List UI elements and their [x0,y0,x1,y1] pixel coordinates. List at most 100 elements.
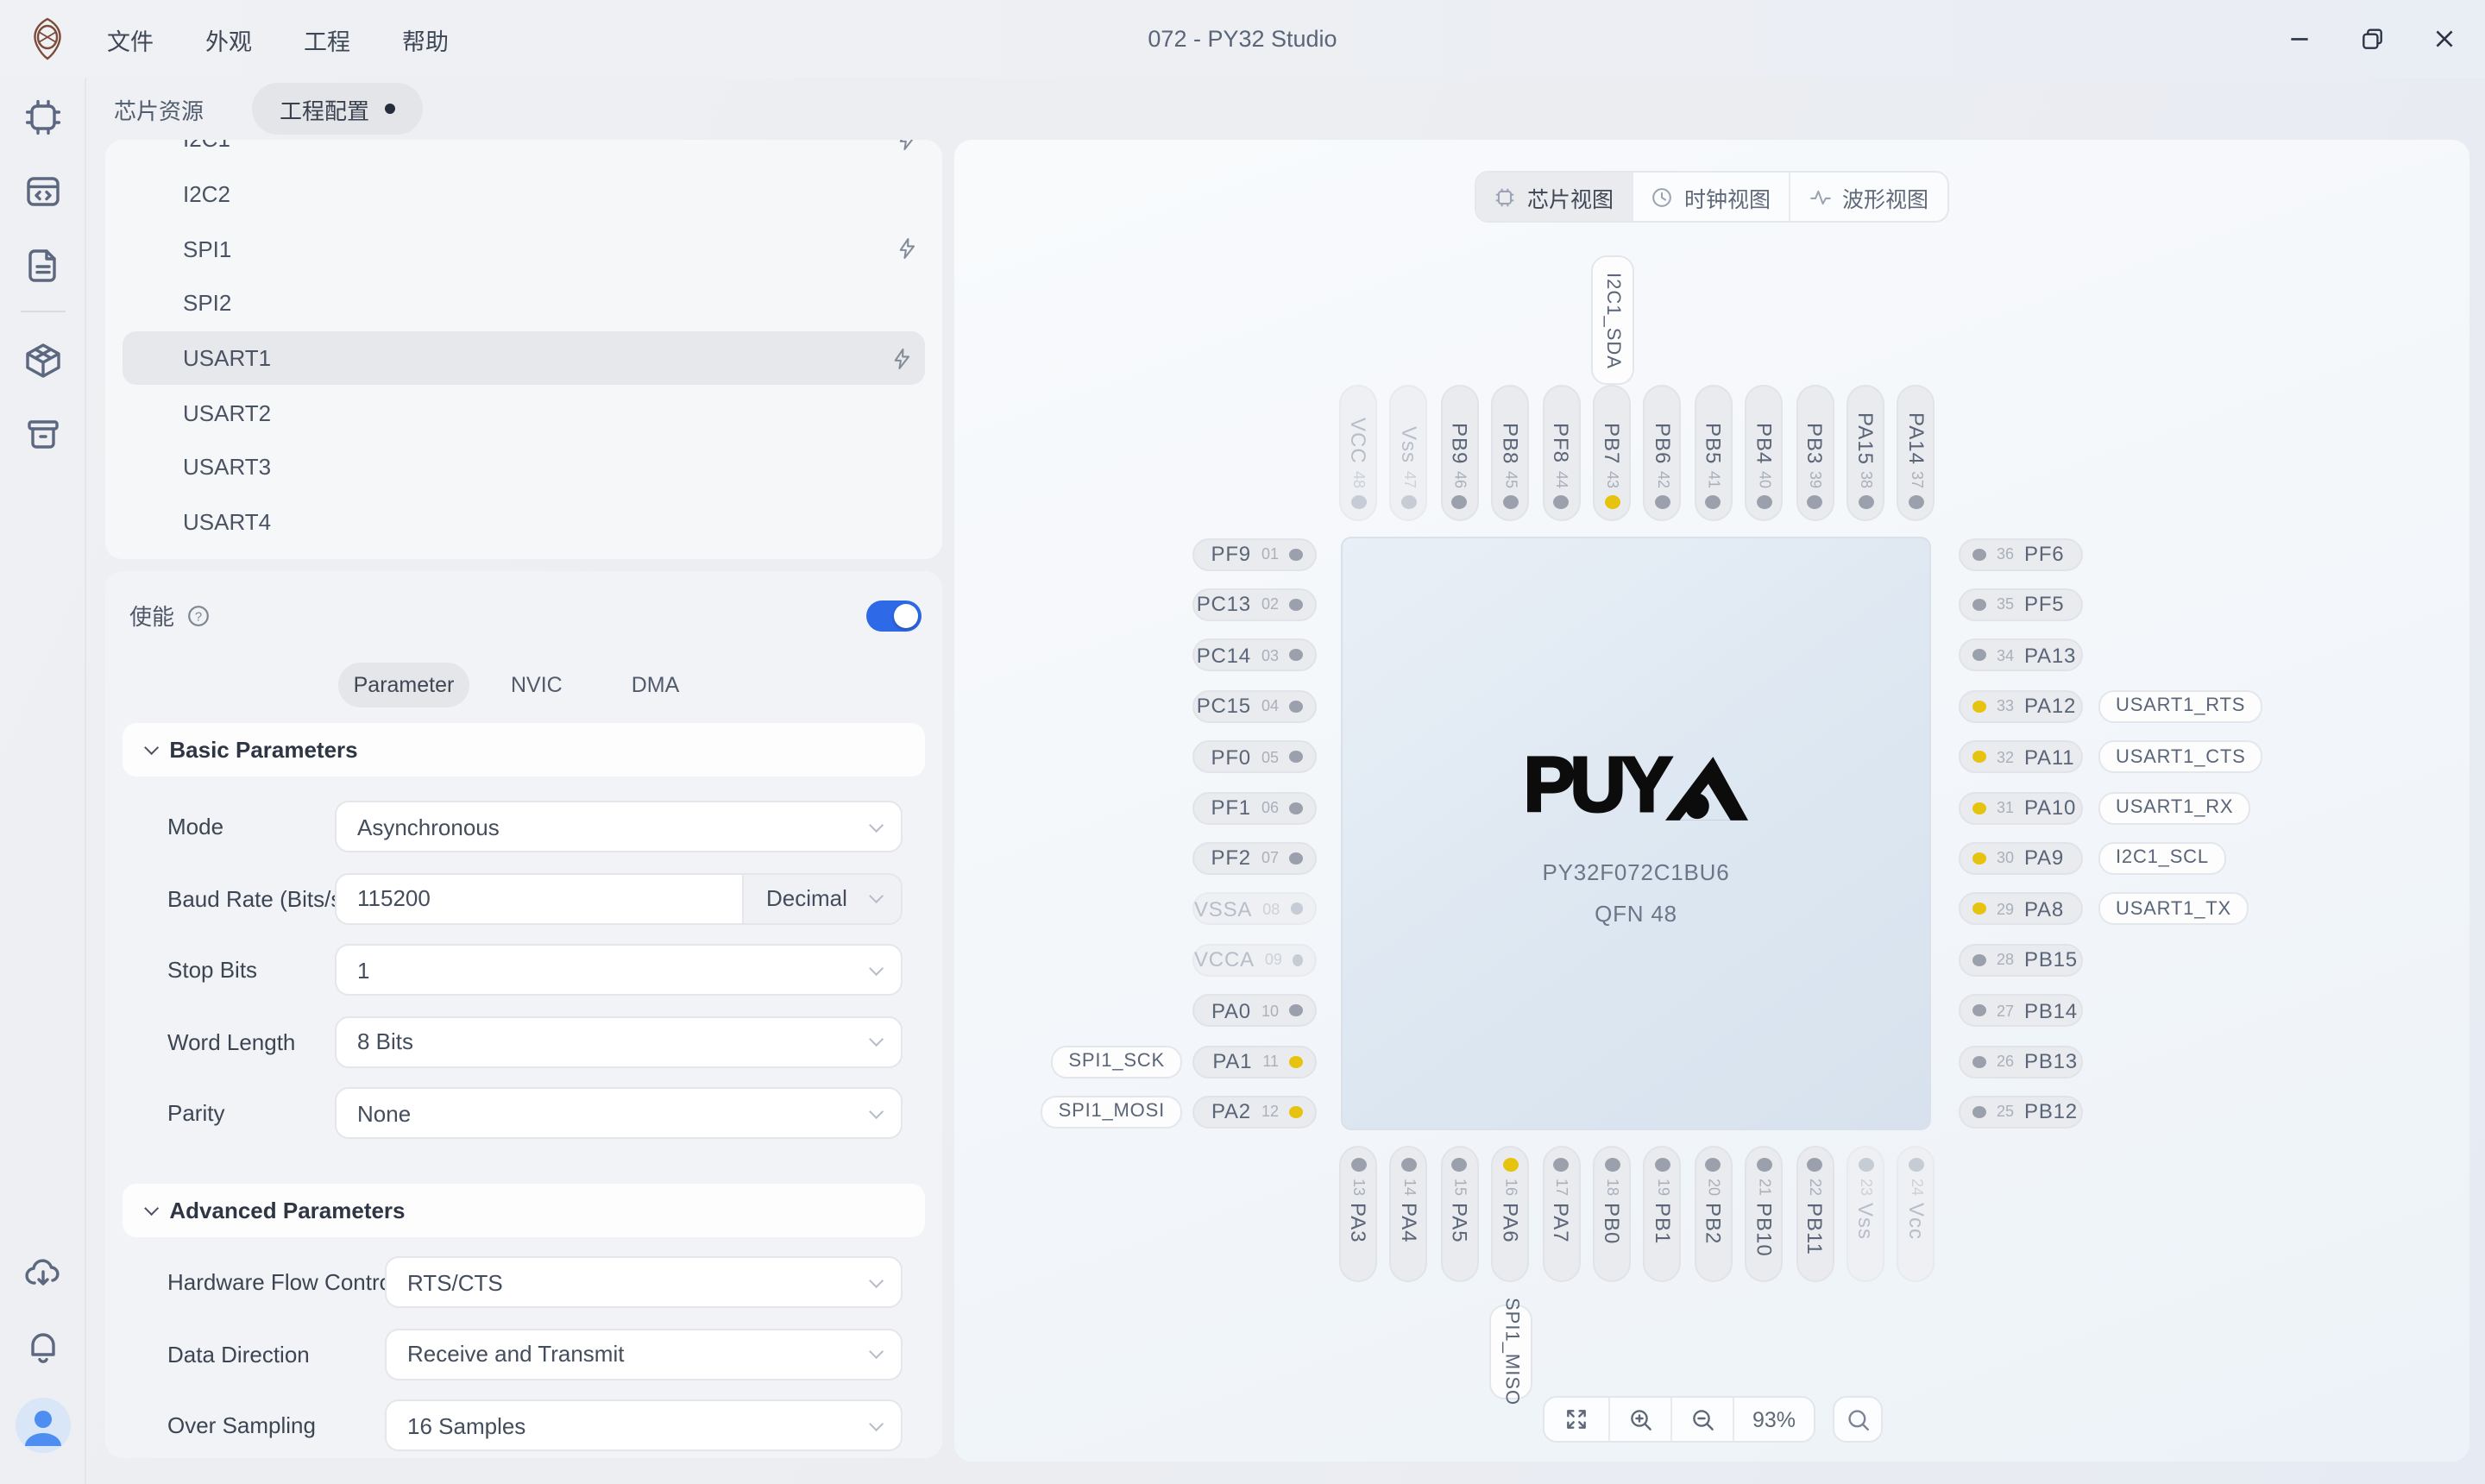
config-tab-dma[interactable]: DMA [632,673,680,697]
pin-pb1[interactable]: 19PB1 [1644,1146,1682,1282]
pin-pa8[interactable]: 29PA8 [1959,893,2083,926]
pin-state-dot [1604,1158,1620,1172]
pin-pa12[interactable]: 33PA12 [1959,689,2083,722]
menu-[interactable]: 工程 [304,22,350,56]
pin-pc14[interactable]: PC1403 [1192,639,1317,672]
zoom-in-button[interactable] [1610,1398,1672,1441]
pin-pf6[interactable]: 36PF6 [1959,538,2083,570]
minimize-button[interactable] [2274,15,2323,63]
archive-icon[interactable] [22,414,64,456]
mode-select[interactable]: Asynchronous [335,801,903,852]
list-item-spi1[interactable]: SPI1 [105,222,942,276]
view-tab-[interactable]: 芯片视图 [1476,173,1633,221]
config-tab-parameter[interactable]: Parameter [338,663,469,707]
pin-pb9[interactable]: PB946 [1441,385,1479,521]
pin-pb11[interactable]: 22PB11 [1796,1146,1834,1282]
list-item-i2c2[interactable]: I2C2 [105,167,942,221]
pin-pf5[interactable]: 35PF5 [1959,588,2083,621]
cloud-download-icon[interactable] [22,1253,64,1294]
fit-screen-button[interactable] [1544,1398,1610,1441]
code-window-icon[interactable] [22,171,64,212]
pin-pb4[interactable]: PB440 [1745,385,1783,521]
pin-pa13[interactable]: 34PA13 [1959,639,2083,672]
data-direction-select[interactable]: Receive and Transmit [385,1328,903,1380]
pin-pb5[interactable]: PB541 [1695,385,1733,521]
pin-pc13[interactable]: PC1302 [1192,588,1317,621]
pin-pa11[interactable]: 32PA11 [1959,740,2083,773]
list-item-i2c1[interactable]: I2C1 [105,140,942,167]
stop-bits-select[interactable]: 1 [335,944,903,996]
section-header[interactable]: Advanced Parameters [123,1184,925,1237]
view-tab-[interactable]: 时钟视图 [1633,173,1790,221]
pin-pf8[interactable]: PF844 [1542,385,1580,521]
help-icon[interactable]: ? [186,603,211,627]
document-icon[interactable] [22,245,64,286]
pin-pf1[interactable]: PF106 [1192,791,1317,824]
pin-pb7[interactable]: PB743 [1593,385,1631,521]
pin-pa0[interactable]: PA010 [1192,994,1317,1027]
pin-pb3[interactable]: PB339 [1796,385,1834,521]
pin-vssa[interactable]: VSSA08 [1192,893,1317,926]
pin-pb15[interactable]: 28PB15 [1959,943,2083,976]
pin-pb8[interactable]: PB845 [1491,385,1529,521]
pin-pa1[interactable]: PA111 [1192,1045,1317,1078]
menu-[interactable]: 帮助 [402,22,449,56]
workspace-tab-[interactable]: 工程配置 [252,83,423,135]
pin-pa9[interactable]: 30PA9 [1959,842,2083,875]
package-icon[interactable] [22,340,64,381]
restore-button[interactable] [2347,15,2395,63]
parity-select[interactable]: None [335,1087,903,1139]
pin-vss[interactable]: Vss47 [1390,385,1428,521]
pin-state-dot [1289,802,1303,814]
pin-pb12[interactable]: 25PB12 [1959,1096,2083,1129]
pin-pa15[interactable]: PA1538 [1846,385,1884,521]
list-item-usart3[interactable]: USART3 [105,440,942,494]
pin-pf0[interactable]: PF005 [1192,740,1317,773]
pin-pa10[interactable]: 31PA10 [1959,791,2083,824]
list-item-spi2[interactable]: SPI2 [105,276,942,330]
pin-pa6[interactable]: 16PA6 [1491,1146,1529,1282]
list-item-usart4[interactable]: USART4 [105,495,942,550]
pin-pa5[interactable]: 15PA5 [1441,1146,1479,1282]
pin-pb13[interactable]: 26PB13 [1959,1045,2083,1078]
hardware-flow-control-select[interactable]: RTS/CTS [385,1256,903,1308]
unit-select[interactable]: Decimal [742,874,901,922]
workspace-tab-[interactable]: 芯片资源 [114,83,204,135]
pin-pa2[interactable]: PA212 [1192,1096,1317,1129]
section-header[interactable]: Basic Parameters [123,723,925,777]
pin-pb14[interactable]: 27PB14 [1959,994,2083,1027]
pin-pa4[interactable]: 14PA4 [1390,1146,1428,1282]
pin-vcc[interactable]: VCC48 [1339,385,1377,521]
select-value: 1 [337,957,870,983]
menu-[interactable]: 外观 [205,22,252,56]
pin-state-dot [1972,953,1986,965]
pin-pb2[interactable]: 20PB2 [1695,1146,1733,1282]
pin-pf9[interactable]: PF901 [1192,538,1317,570]
pin-pa3[interactable]: 13PA3 [1339,1146,1377,1282]
word-length-select[interactable]: 8 Bits [335,1016,903,1067]
pin-vcca[interactable]: VCCA09 [1192,943,1317,976]
menu-[interactable]: 文件 [107,22,154,56]
baud-rate-bits-s-input[interactable]: 115200 [337,885,742,911]
pin-pa7[interactable]: 17PA7 [1542,1146,1580,1282]
pin-vss[interactable]: 23Vss [1846,1146,1884,1282]
pin-pb10[interactable]: 21PB10 [1745,1146,1783,1282]
list-item-usart2[interactable]: USART2 [105,386,942,440]
pin-vcc[interactable]: 24Vcc [1897,1146,1935,1282]
view-tab-[interactable]: 波形视图 [1790,173,1947,221]
config-tab-nvic[interactable]: NVIC [511,673,563,697]
enable-toggle[interactable] [866,600,922,631]
pin-pb0[interactable]: 18PB0 [1593,1146,1631,1282]
pin-pb6[interactable]: PB642 [1644,385,1682,521]
search-button[interactable] [1833,1396,1883,1443]
list-item-usart1[interactable]: USART1 [123,331,925,386]
close-button[interactable] [2419,15,2468,63]
over-sampling-select[interactable]: 16 Samples [385,1399,903,1451]
pin-pf2[interactable]: PF207 [1192,842,1317,875]
pin-pc15[interactable]: PC1504 [1192,689,1317,722]
zoom-out-button[interactable] [1672,1398,1734,1441]
avatar[interactable] [16,1398,71,1453]
pin-pa14[interactable]: PA1437 [1897,385,1935,521]
bell-icon[interactable] [22,1325,64,1367]
chip-resource-icon[interactable] [22,97,64,138]
